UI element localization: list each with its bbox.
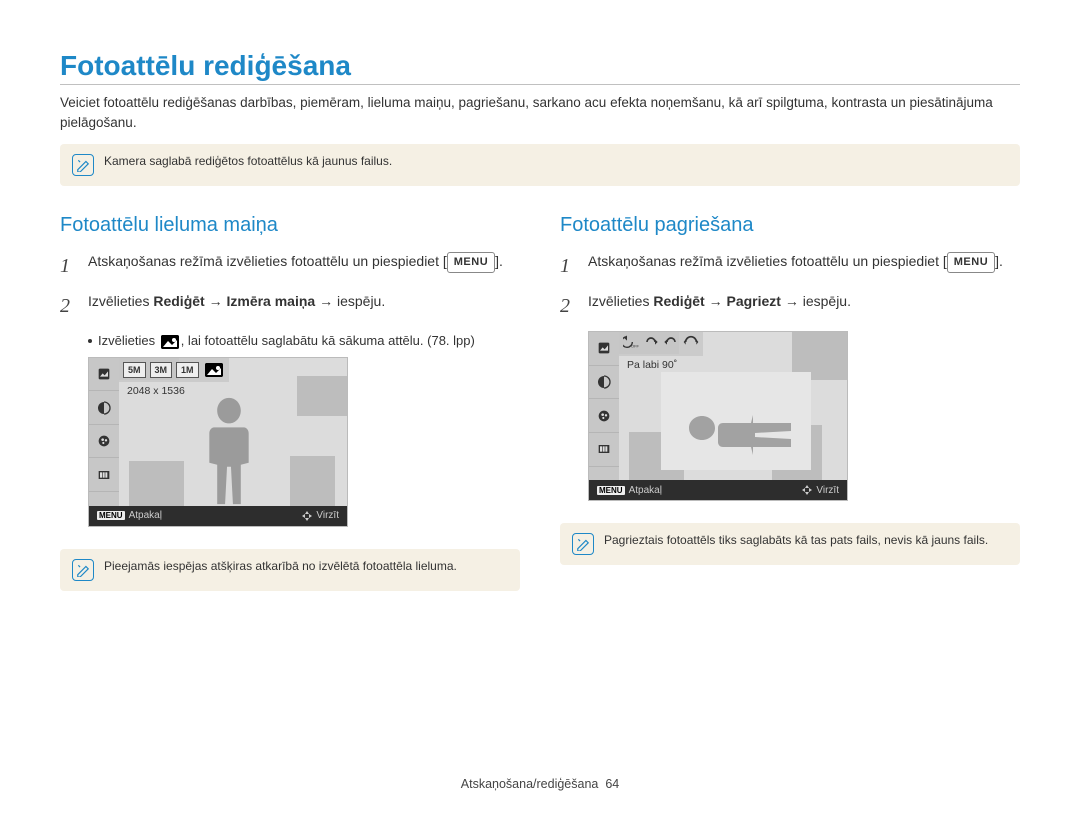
svg-text:OFF: OFF — [631, 343, 639, 348]
note-resize-text: Pieejamās iespējas atšķiras atkarībā no … — [104, 559, 457, 573]
ss-toprow: 5M 3M 1M — [119, 358, 229, 382]
rotate-screenshot: OFF Pa labi 90˚ MENUAtpakaļ Virzīt — [588, 331, 848, 501]
ss-bottom-bar: MENUAtpakaļ Virzīt — [89, 506, 347, 526]
start-image-icon — [205, 363, 223, 377]
ss-sidebar — [589, 332, 619, 500]
step-number: 1 — [60, 251, 78, 281]
resize-bullet: Izvēlieties , lai fotoattēlu saglabātu k… — [88, 331, 520, 351]
step-number: 2 — [60, 291, 78, 321]
note-top: Kamera saglabā rediģētos fotoattēlus kā … — [60, 144, 1020, 186]
page-title: Fotoattēlu rediģēšana — [60, 50, 1020, 85]
heading-rotate: Fotoattēlu pagriešana — [560, 214, 1020, 237]
step1-text-a: Atskaņošanas režīmā izvēlieties fotoattē… — [88, 253, 439, 269]
ss-toprow: OFF — [619, 332, 703, 356]
start-image-icon — [161, 335, 179, 349]
resize-screenshot: 5M 3M 1M 2048 x 1536 MENUAtpakaļ Virzīt — [88, 357, 348, 527]
note-rotate: Pagrieztais fotoattēls tiks saglabāts kā… — [560, 523, 1020, 565]
ss-sidebar — [89, 358, 119, 526]
size-chip: 5M — [123, 362, 146, 378]
page-footer: Atskaņošana/rediģēšana 64 — [0, 777, 1080, 791]
ss-info-text: 2048 x 1536 — [125, 384, 187, 398]
menu-button: MENU — [447, 252, 495, 273]
ss-info-text: Pa labi 90˚ — [625, 358, 679, 372]
note-top-text: Kamera saglabā rediģētos fotoattēlus kā … — [104, 154, 392, 168]
person-silhouette-icon — [184, 390, 274, 508]
size-chip: 1M — [176, 362, 199, 378]
note-resize: Pieejamās iespējas atšķiras atkarībā no … — [60, 549, 520, 591]
size-chip: 3M — [150, 362, 173, 378]
ss-bottom-bar: MENUAtpakaļ Virzīt — [589, 480, 847, 500]
heading-resize: Fotoattēlu lieluma maiņa — [60, 214, 520, 237]
step-number: 1 — [560, 251, 578, 281]
rotate-left-icon — [663, 334, 679, 355]
col-resize: Fotoattēlu lieluma maiņa 1 Atskaņošanas … — [60, 214, 520, 591]
person-rotated-silhouette-icon — [674, 388, 804, 468]
note-rotate-text: Pagrieztais fotoattēls tiks saglabāts kā… — [604, 533, 988, 547]
rotate-180-icon — [683, 334, 699, 355]
note-icon — [72, 154, 94, 176]
resize-step-1: 1 Atskaņošanas režīmā izvēlieties fotoat… — [60, 251, 520, 281]
step-number: 2 — [560, 291, 578, 321]
menu-button: MENU — [947, 252, 995, 273]
intro-text: Veiciet fotoattēlu rediģēšanas darbības,… — [60, 93, 1020, 132]
rotate-step-1: 1 Atskaņošanas režīmā izvēlieties fotoat… — [560, 251, 1020, 281]
step1-text-a: Atskaņošanas režīmā izvēlieties fotoattē… — [588, 253, 939, 269]
rotate-off-icon: OFF — [623, 334, 639, 355]
note-icon — [72, 559, 94, 581]
rotate-step-2: 2 Izvēlieties Rediģēt → Pagriezt → iespē… — [560, 291, 1020, 321]
note-icon — [572, 533, 594, 555]
rotate-right-icon — [643, 334, 659, 355]
resize-step-2: 2 Izvēlieties Rediģēt → Izmēra maiņa → i… — [60, 291, 520, 321]
col-rotate: Fotoattēlu pagriešana 1 Atskaņošanas rež… — [560, 214, 1020, 591]
